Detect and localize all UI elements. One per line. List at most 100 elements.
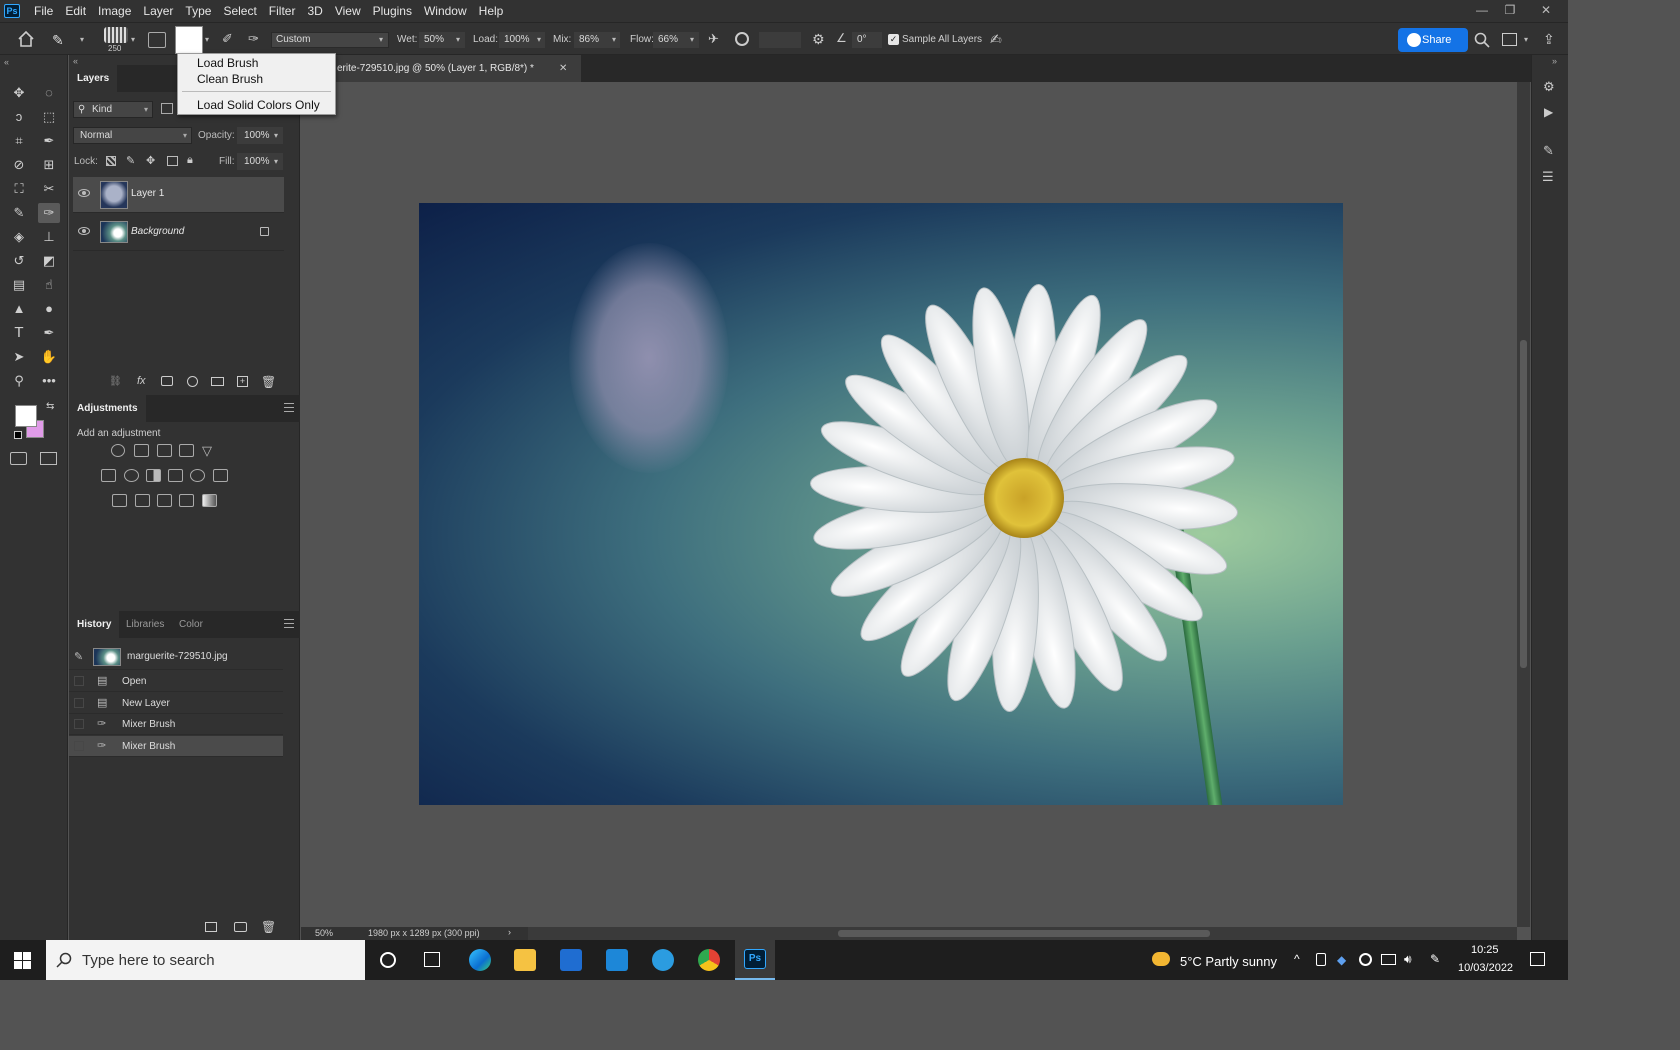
- pressure-icon[interactable]: ✍: [990, 31, 1002, 48]
- clock-time[interactable]: 10:25: [1471, 944, 1499, 956]
- mail-icon[interactable]: [606, 949, 628, 971]
- clock-date[interactable]: 10/03/2022: [1458, 962, 1513, 974]
- document-canvas[interactable]: [419, 203, 1343, 805]
- history-source-checkbox[interactable]: [74, 741, 84, 751]
- expand-icon[interactable]: »: [1552, 56, 1557, 66]
- collapse-icon[interactable]: «: [4, 57, 9, 67]
- layer-filter-select[interactable]: ⚲ Kind ▾: [73, 101, 153, 118]
- internet-explorer-icon[interactable]: [652, 949, 674, 971]
- home-icon[interactable]: [16, 30, 36, 48]
- horizontal-scroll-thumb[interactable]: [838, 930, 1210, 937]
- brush-settings-icon[interactable]: [148, 32, 166, 48]
- trash-icon[interactable]: 🗑︎: [261, 375, 276, 389]
- close-icon[interactable]: ✕: [559, 55, 567, 82]
- eyedropper-tool-icon[interactable]: ✒: [38, 131, 60, 151]
- history-state[interactable]: ▤ Open: [69, 671, 283, 692]
- menu-3d[interactable]: 3D: [301, 0, 328, 22]
- brush-settings-panel-icon[interactable]: ✎: [1543, 143, 1554, 159]
- search-icon[interactable]: [1474, 32, 1490, 48]
- chevron-down-icon[interactable]: ▾: [456, 35, 460, 44]
- vertical-scrollbar[interactable]: [1517, 82, 1530, 927]
- history-state[interactable]: ✑ Mixer Brush: [69, 736, 283, 757]
- properties-icon[interactable]: ⚙: [1543, 79, 1555, 95]
- actions-play-icon[interactable]: ▶: [1544, 105, 1553, 119]
- lock-transparent-icon[interactable]: [106, 156, 116, 166]
- menu-plugins[interactable]: Plugins: [367, 0, 418, 22]
- chevron-down-icon[interactable]: ▾: [612, 35, 616, 44]
- cortana-icon[interactable]: [380, 952, 396, 968]
- dodge-tool-icon[interactable]: ●: [38, 299, 60, 319]
- workspace-icon[interactable]: [1502, 33, 1517, 46]
- menu-view[interactable]: View: [329, 0, 367, 22]
- vibrance-icon[interactable]: ▽: [202, 444, 217, 457]
- brush-tool-icon[interactable]: ✎: [8, 203, 30, 223]
- adjustment-layer-icon[interactable]: [187, 376, 198, 387]
- new-document-from-state-icon[interactable]: [205, 922, 217, 932]
- menu-layer[interactable]: Layer: [137, 0, 179, 22]
- history-brush-tool-icon[interactable]: ↺: [8, 251, 30, 271]
- menu-select[interactable]: Select: [217, 0, 262, 22]
- task-view-icon[interactable]: [424, 952, 440, 967]
- chevron-down-icon[interactable]: ▾: [274, 157, 278, 166]
- marquee-tool-icon[interactable]: ◌: [38, 83, 60, 103]
- quick-mask-icon[interactable]: [10, 452, 27, 465]
- type-tool-icon[interactable]: T: [8, 323, 30, 343]
- lock-position-icon[interactable]: ✥: [146, 154, 155, 167]
- quick-select-tool-icon[interactable]: ⬚: [38, 107, 60, 127]
- smudge-tool-icon[interactable]: ☝: [38, 275, 60, 295]
- pen-tool-icon[interactable]: ✒: [38, 323, 60, 343]
- layer-name[interactable]: Background: [131, 226, 184, 237]
- link-icon[interactable]: ⛓: [109, 376, 122, 387]
- tab-color[interactable]: Color: [171, 611, 211, 638]
- horizontal-scrollbar[interactable]: [528, 927, 1517, 940]
- history-state[interactable]: ▤ New Layer: [69, 693, 283, 714]
- history-source-checkbox[interactable]: [74, 698, 84, 708]
- filter-pixel-icon[interactable]: [161, 103, 173, 114]
- tab-adjustments[interactable]: Adjustments: [69, 395, 146, 422]
- chevron-down-icon[interactable]: ▾: [1524, 35, 1528, 44]
- angle-input[interactable]: 0°: [852, 32, 882, 48]
- clone-stamp-tool-icon[interactable]: ⊥: [38, 227, 60, 247]
- chevron-down-icon[interactable]: ▾: [80, 35, 84, 44]
- curves-icon[interactable]: [157, 444, 172, 457]
- visibility-eye-icon[interactable]: [78, 189, 90, 197]
- dropbox-icon[interactable]: ◆: [1337, 953, 1346, 967]
- history-state[interactable]: ✑ Mixer Brush: [69, 714, 283, 735]
- history-brush-source-icon[interactable]: ✎: [74, 650, 88, 664]
- trash-icon[interactable]: 🗑︎: [261, 920, 276, 934]
- menu-window[interactable]: Window: [418, 0, 473, 22]
- share-export-icon[interactable]: ⇪: [1543, 31, 1555, 48]
- layer-row[interactable]: Background: [73, 215, 284, 251]
- weather-text[interactable]: 5°C Partly sunny: [1180, 954, 1277, 969]
- lock-pixels-icon[interactable]: ✎: [126, 154, 135, 167]
- gradient-tool-icon[interactable]: ▤: [8, 275, 30, 295]
- menu-help[interactable]: Help: [473, 0, 510, 22]
- chevron-down-icon[interactable]: ▾: [690, 35, 694, 44]
- posterize-icon[interactable]: [135, 494, 150, 507]
- visibility-eye-icon[interactable]: [78, 227, 90, 235]
- hue-saturation-icon[interactable]: [101, 469, 116, 482]
- document-tab[interactable]: erite-729510.jpg @ 50% (Layer 1, RGB/8*)…: [301, 55, 581, 82]
- antivirus-icon[interactable]: [1359, 953, 1372, 966]
- new-group-icon[interactable]: [211, 377, 224, 386]
- share-button[interactable]: Share: [1398, 28, 1468, 52]
- fx-icon[interactable]: fx: [137, 375, 146, 387]
- chevron-down-icon[interactable]: ▾: [131, 35, 135, 44]
- menu-type[interactable]: Type: [179, 0, 217, 22]
- minimize-icon[interactable]: —: [1468, 0, 1496, 22]
- black-white-icon[interactable]: [146, 469, 161, 482]
- history-source-checkbox[interactable]: [74, 719, 84, 729]
- restore-icon[interactable]: ❐: [1496, 0, 1524, 22]
- sharpen-tool-icon[interactable]: ▲: [8, 299, 30, 319]
- healing-brush-tool-icon[interactable]: ⊘: [8, 155, 30, 175]
- brightness-contrast-icon[interactable]: [111, 444, 125, 457]
- menu-item-load-solid-colors-only[interactable]: Load Solid Colors Only: [197, 98, 320, 113]
- paint-bucket-tool-icon[interactable]: ◈: [8, 227, 30, 247]
- foreground-color-swatch[interactable]: [15, 405, 37, 427]
- exposure-icon[interactable]: [179, 444, 194, 457]
- blend-preset-select[interactable]: Custom: [271, 32, 389, 48]
- gradient-map-icon[interactable]: [202, 494, 217, 507]
- spot-heal-tool-icon[interactable]: ⊞: [38, 155, 60, 175]
- selective-color-icon[interactable]: [179, 494, 194, 507]
- content-aware-move-tool-icon[interactable]: ✂: [38, 179, 60, 199]
